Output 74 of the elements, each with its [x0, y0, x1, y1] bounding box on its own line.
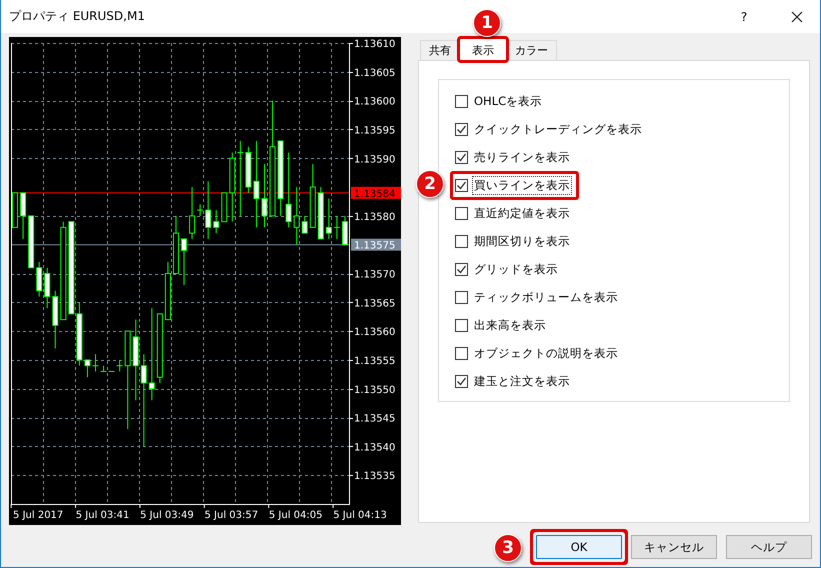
tab[interactable]: 共有 — [420, 40, 460, 60]
tab[interactable]: カラー — [506, 40, 557, 60]
price-label: 1.13590 — [354, 154, 396, 166]
price-label: 1.13550 — [354, 384, 396, 396]
ref-line-label: 1.13584 — [354, 188, 396, 200]
price-tag: 1.13584 — [351, 186, 401, 200]
window-title: プロパティ EURUSD,M1 — [9, 8, 145, 25]
candle — [318, 186, 324, 240]
dialog-button[interactable]: キャンセル — [631, 535, 717, 559]
price-label: 1.13610 — [354, 39, 396, 50]
checkbox-label[interactable]: クイックトレーディングを表示 — [472, 120, 644, 139]
price-label: 1.13570 — [354, 270, 396, 280]
checkbox-label[interactable]: OHLCを表示 — [472, 92, 544, 111]
price-label: 1.13540 — [354, 442, 396, 454]
price-label: 1.13580 — [354, 212, 396, 223]
checkbox-label[interactable]: 出来高を表示 — [472, 316, 548, 335]
time-label: 5 Jul 04:13 — [333, 510, 387, 521]
step-marker: 2 — [416, 170, 444, 198]
ref-line-label: 1.13575 — [354, 240, 396, 252]
checkbox[interactable] — [455, 319, 468, 332]
dialog-button[interactable]: ヘルプ — [726, 535, 812, 559]
checkbox-label[interactable]: オブジェクトの説明を表示 — [472, 344, 620, 363]
checkbox-label[interactable]: 売りラインを表示 — [472, 148, 572, 167]
close-icon — [791, 10, 803, 22]
time-label: 5 Jul 03:57 — [204, 510, 258, 521]
price-label: 1.13605 — [354, 68, 396, 79]
checkbox-label[interactable]: 直近約定値を表示 — [472, 204, 572, 223]
price-label: 1.13600 — [354, 96, 396, 108]
candle — [181, 238, 188, 286]
candle — [84, 359, 90, 378]
candle — [12, 192, 18, 228]
candle — [20, 192, 26, 240]
candle — [36, 261, 42, 298]
price-label: 1.13535 — [354, 471, 396, 482]
checkbox-label[interactable]: ティックボリュームを表示 — [472, 288, 620, 307]
candle — [302, 215, 308, 234]
candle — [310, 164, 316, 228]
time-label: 5 Jul 04:05 — [268, 510, 322, 521]
price-label: 1.13545 — [354, 414, 396, 425]
help-button[interactable]: ? — [724, 2, 764, 32]
checkbox[interactable] — [455, 179, 468, 192]
candle — [262, 164, 268, 228]
price-label: 1.13555 — [354, 356, 396, 367]
checkbox[interactable] — [455, 235, 468, 248]
price-tag: 1.13575 — [351, 238, 401, 252]
candle — [156, 313, 163, 384]
price-label: 1.13565 — [354, 298, 396, 310]
checkbox-label[interactable]: グリッドを表示 — [472, 260, 560, 279]
checkbox[interactable] — [455, 375, 468, 388]
time-label: 5 Jul 03:41 — [76, 510, 130, 521]
candle — [213, 210, 220, 234]
checkbox-label[interactable]: 期間区切りを表示 — [472, 232, 572, 251]
step-marker: 3 — [494, 534, 522, 562]
time-label: 5 Jul 2017 — [13, 510, 64, 521]
candle — [294, 186, 300, 246]
candle — [221, 192, 228, 222]
checkbox[interactable] — [455, 263, 468, 276]
time-label: 5 Jul 03:49 — [140, 510, 194, 521]
candle — [76, 302, 82, 366]
price-label: 1.13560 — [354, 327, 396, 338]
checkbox[interactable] — [455, 151, 468, 164]
checkbox-label[interactable]: 建玉と注文を表示 — [472, 372, 572, 391]
candle — [44, 267, 50, 309]
checkbox[interactable] — [455, 123, 468, 136]
price-label: 1.13595 — [354, 125, 396, 136]
checkbox[interactable] — [455, 291, 468, 304]
checkbox[interactable] — [455, 347, 468, 360]
checkbox[interactable] — [455, 95, 468, 108]
checkbox-label[interactable]: 買いラインを表示 — [472, 176, 572, 195]
checkbox[interactable] — [455, 207, 468, 220]
candle — [28, 215, 34, 268]
candle — [172, 215, 179, 274]
candle — [52, 290, 58, 349]
candle — [164, 261, 171, 320]
